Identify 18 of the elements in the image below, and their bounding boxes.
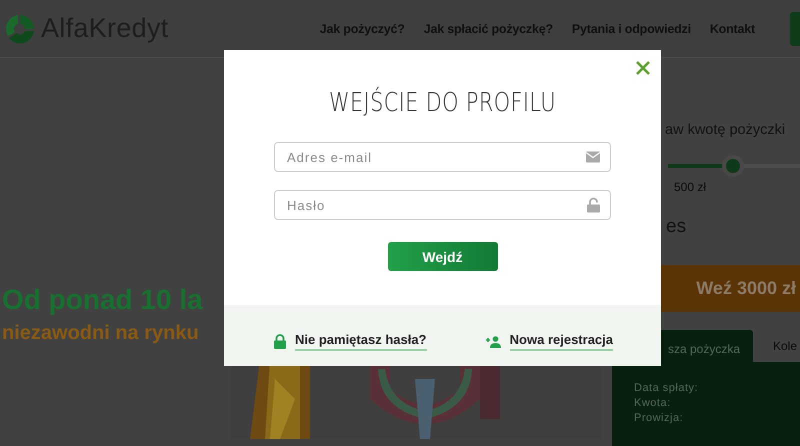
dialog-title: WEJŚCIE DO PROFILU: [328, 88, 557, 118]
password-field[interactable]: Hasło: [274, 190, 611, 220]
register-link[interactable]: Nowa rejestracja: [510, 332, 613, 351]
hero-subtitle: niezawodni na rynku: [2, 322, 199, 345]
forgot-password-link[interactable]: Nie pamiętasz hasła?: [295, 332, 426, 351]
envelope-icon: [586, 152, 600, 162]
login-button[interactable]: Wejdź: [388, 242, 498, 271]
detail-label: Data spłaty:: [634, 382, 700, 394]
lock-icon: [274, 334, 286, 349]
slider-handle[interactable]: [722, 155, 744, 177]
loan-tab[interactable]: Kole: [753, 330, 798, 362]
logo-icon: [5, 14, 35, 44]
add-user-icon: [484, 336, 501, 348]
detail-label: Prowizja:: [634, 412, 684, 424]
detail-label: Kwota:: [634, 397, 672, 409]
close-icon[interactable]: [635, 60, 651, 76]
padlock-icon: [587, 198, 600, 212]
email-field[interactable]: Adres e-mail: [274, 142, 611, 172]
